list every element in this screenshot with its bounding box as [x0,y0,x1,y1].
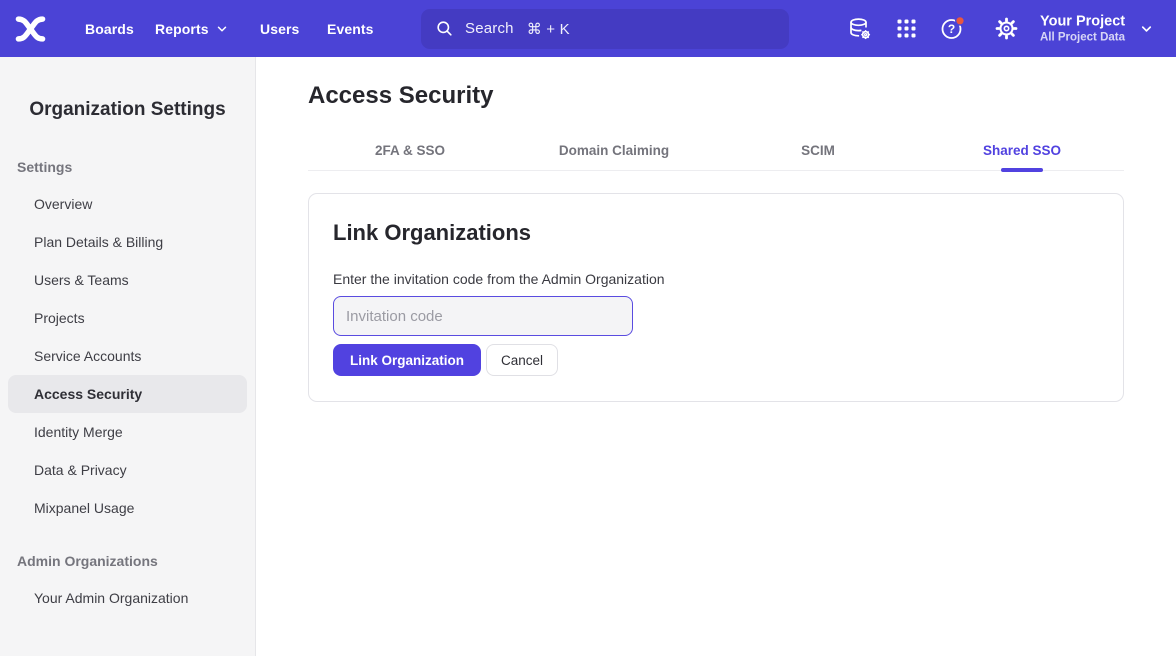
tab-label: SCIM [801,143,835,158]
sidebar-item-plan-details-billing[interactable]: Plan Details & Billing [8,223,247,261]
sidebar-item-identity-merge[interactable]: Identity Merge [8,413,247,451]
settings-nav-list: Overview Plan Details & Billing Users & … [0,185,255,527]
active-tab-indicator [1001,168,1043,172]
tab-label: Shared SSO [983,143,1061,158]
svg-text:?: ? [947,22,954,36]
admin-org-nav-list: Your Admin Organization [0,579,255,617]
notification-dot [955,17,964,26]
tab-bar: 2FA & SSO Domain Claiming SCIM Shared SS… [308,127,1124,171]
apps-grid-icon [895,17,918,40]
tab-label: Domain Claiming [559,143,669,158]
chevron-down-icon [1139,21,1154,36]
page-title: Access Security [308,82,1124,110]
tab-2fa-sso[interactable]: 2FA & SSO [308,127,512,170]
settings-button[interactable] [992,15,1020,43]
sidebar-item-label: Plan Details & Billing [34,234,163,250]
sidebar-item-label: Service Accounts [34,348,141,364]
sidebar-title: Organization Settings [0,97,255,123]
main-content: Access Security 2FA & SSO Domain Claimin… [256,57,1176,656]
sidebar-item-label: Overview [34,196,92,212]
search-input[interactable]: Search ⌘ + K [421,9,789,49]
search-shortcut: ⌘ + K [527,20,570,38]
sidebar-item-label: Data & Privacy [34,462,127,478]
sidebar-item-mixpanel-usage[interactable]: Mixpanel Usage [8,489,247,527]
sidebar-item-overview[interactable]: Overview [8,185,247,223]
settings-gear-icon [994,16,1019,41]
nav-events-label: Events [327,21,374,37]
section-label-admin-organizations: Admin Organizations [17,553,255,569]
nav-reports-label: Reports [155,21,209,37]
data-management-icon [847,16,873,42]
nav-reports[interactable]: Reports [155,21,229,37]
sidebar-item-your-admin-organization[interactable]: Your Admin Organization [8,579,247,617]
sidebar-item-service-accounts[interactable]: Service Accounts [8,337,247,375]
card-title: Link Organizations [333,220,1099,246]
nav-events[interactable]: Events [327,21,374,37]
sidebar-item-projects[interactable]: Projects [8,299,247,337]
sidebar-item-access-security[interactable]: Access Security [8,375,247,413]
invitation-code-label: Enter the invitation code from the Admin… [333,270,1099,288]
sidebar-item-label: Projects [34,310,85,326]
button-row: Link Organization Cancel [333,344,1099,376]
invitation-code-input[interactable] [333,296,633,336]
sidebar-item-data-privacy[interactable]: Data & Privacy [8,451,247,489]
nav-boards-label: Boards [85,21,134,37]
data-management-button[interactable] [846,15,874,43]
tab-label: 2FA & SSO [375,143,445,158]
project-name: Your Project [1040,12,1125,30]
mixpanel-logo-icon [15,15,46,43]
tab-scim[interactable]: SCIM [716,127,920,170]
section-label-settings: Settings [17,159,255,175]
sidebar-item-label: Identity Merge [34,424,123,440]
sidebar-item-label: Access Security [34,386,142,402]
help-button[interactable]: ? [938,15,966,43]
topbar: Boards Reports Users Events Search ⌘ + K [0,0,1176,57]
settings-sidebar: Organization Settings Settings Overview … [0,57,256,656]
link-organization-button[interactable]: Link Organization [333,344,481,376]
search-placeholder: Search [465,20,514,37]
mixpanel-logo[interactable] [15,15,46,43]
help-icon: ? [939,15,966,42]
nav-users[interactable]: Users [260,21,299,37]
sidebar-item-users-teams[interactable]: Users & Teams [8,261,247,299]
chevron-down-icon [215,22,229,36]
nav-users-label: Users [260,21,299,37]
tab-domain-claiming[interactable]: Domain Claiming [512,127,716,170]
sidebar-item-label: Mixpanel Usage [34,500,134,516]
search-icon [435,19,454,38]
cancel-button[interactable]: Cancel [486,344,558,376]
project-switcher[interactable]: Your Project All Project Data [1040,12,1154,45]
nav-boards[interactable]: Boards [85,21,134,37]
sidebar-item-label: Your Admin Organization [34,590,188,606]
project-subtitle: All Project Data [1040,30,1125,45]
sidebar-item-label: Users & Teams [34,272,129,288]
link-organizations-card: Link Organizations Enter the invitation … [308,193,1124,402]
tab-shared-sso[interactable]: Shared SSO [920,127,1124,170]
apps-grid-button[interactable] [892,15,920,43]
